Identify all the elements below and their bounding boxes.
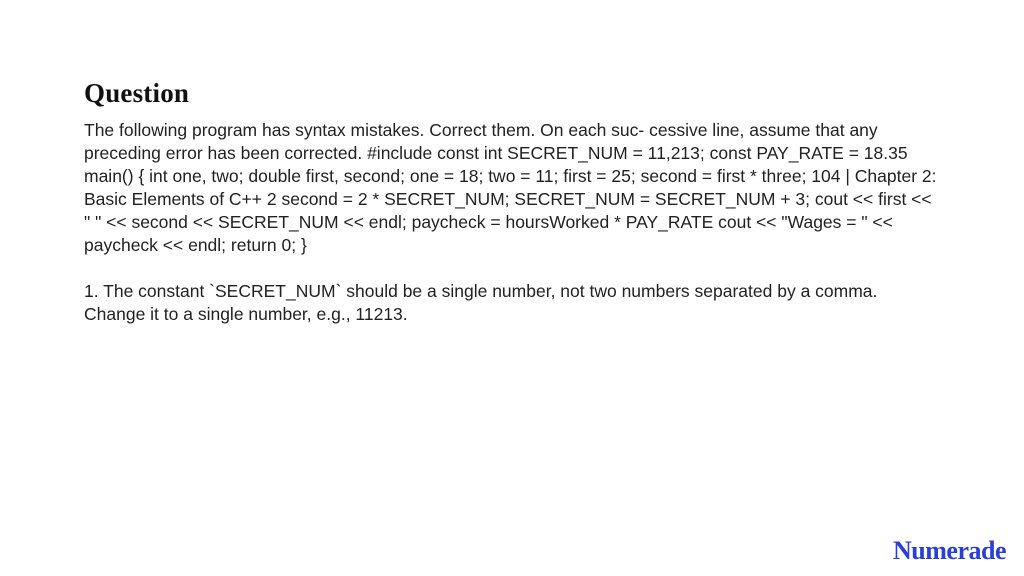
content-area: Question The following program has synta… (0, 0, 1024, 326)
question-heading: Question (84, 78, 940, 109)
brand-logo-text: Numerade (893, 536, 1006, 565)
brand-logo: Numerade (893, 536, 1006, 566)
question-body: The following program has syntax mistake… (84, 119, 940, 258)
answer-text: 1. The constant `SECRET_NUM` should be a… (84, 280, 940, 326)
